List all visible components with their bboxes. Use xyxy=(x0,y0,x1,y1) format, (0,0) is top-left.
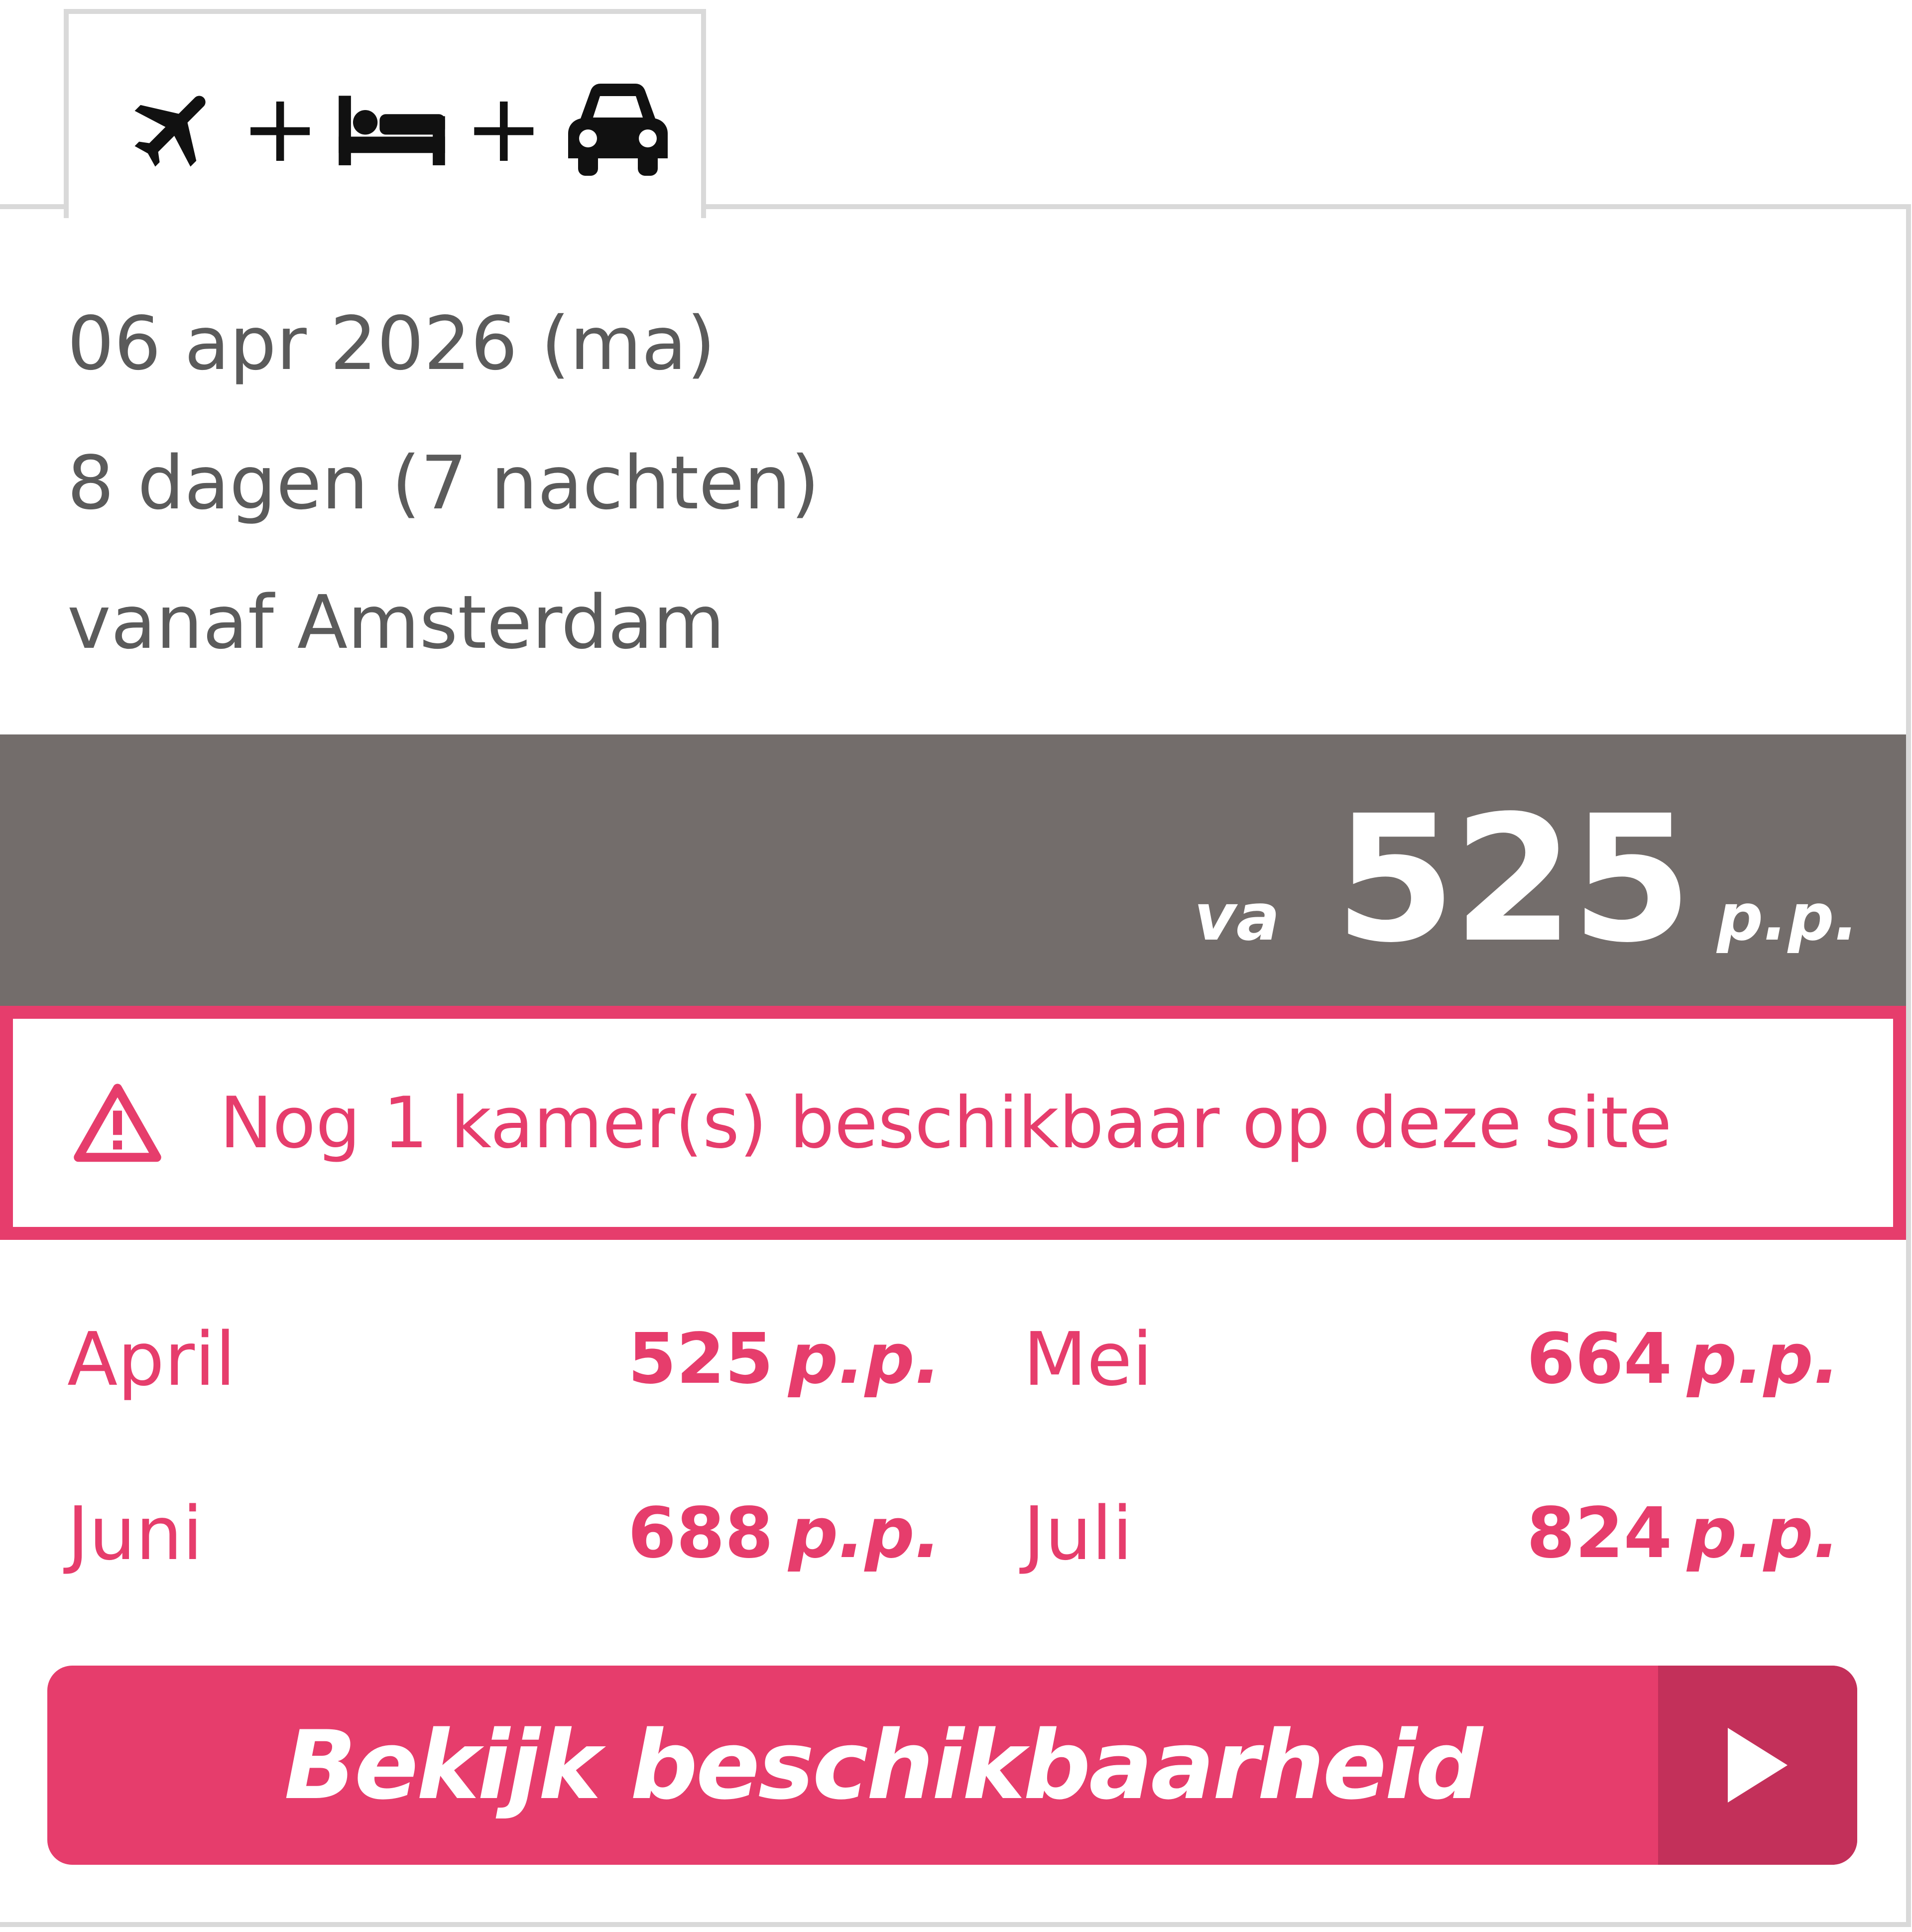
price-suffix: p.p. xyxy=(1717,879,1859,955)
check-availability-label: Bekijk beschikbaarheid xyxy=(284,1710,1483,1820)
plus-sign: + xyxy=(240,73,320,183)
month-link-juli[interactable]: Juli xyxy=(1023,1484,1133,1583)
month-price-mei[interactable]: 664 p.p. xyxy=(1527,1310,1840,1409)
month-link-mei[interactable]: Mei xyxy=(1023,1310,1153,1409)
departure-airport: vanaf Amsterdam xyxy=(67,580,725,665)
price-display: va 525 p.p. xyxy=(1194,778,1859,981)
car-icon xyxy=(558,79,678,178)
tab-flight-hotel-car[interactable]: + + xyxy=(64,9,706,218)
trip-info: 06 apr 2026 (ma) 8 dagen (7 nachten) van… xyxy=(67,274,820,692)
month-row: April 525 p.p. Mei 664 p.p. xyxy=(67,1310,1840,1484)
tab-icons: + + xyxy=(126,74,678,183)
check-availability-button[interactable]: Bekijk beschikbaarheid xyxy=(47,1666,1857,1865)
month-price-value: 525 xyxy=(627,1319,774,1400)
availability-alert: Nog 1 kamer(s) beschikbaar op deze site xyxy=(0,1006,1906,1240)
month-link-juni[interactable]: Juni xyxy=(67,1484,203,1583)
month-price-juli[interactable]: 824 p.p. xyxy=(1527,1484,1840,1583)
bed-icon xyxy=(335,79,449,178)
availability-message: Nog 1 kamer(s) beschikbaar op deze site xyxy=(220,1082,1672,1164)
month-price-suffix: p.p. xyxy=(788,1319,941,1400)
price-amount: 525 xyxy=(1334,778,1693,981)
month-row: Juni 688 p.p. Juli 824 p.p. xyxy=(67,1484,1840,1658)
price-band: va 525 p.p. xyxy=(0,734,1906,1006)
trip-duration: 8 dagen (7 nachten) xyxy=(67,440,820,526)
price-prefix: va xyxy=(1194,879,1280,955)
plus-sign: + xyxy=(464,73,544,183)
month-price-juni[interactable]: 688 p.p. xyxy=(628,1484,941,1583)
plane-icon xyxy=(126,79,226,178)
departure-date: 06 apr 2026 (ma) xyxy=(67,301,716,386)
offer-card: 06 apr 2026 (ma) 8 dagen (7 nachten) van… xyxy=(0,204,1911,1927)
month-price-suffix: p.p. xyxy=(1687,1493,1840,1574)
warning-icon xyxy=(73,1080,162,1166)
month-price-value: 688 xyxy=(627,1493,774,1574)
month-price-suffix: p.p. xyxy=(1687,1319,1840,1400)
month-price-april[interactable]: 525 p.p. xyxy=(628,1310,941,1409)
month-price-value: 664 xyxy=(1526,1319,1673,1400)
month-price-suffix: p.p. xyxy=(788,1493,941,1574)
play-arrow-icon xyxy=(1658,1666,1857,1865)
month-price-value: 824 xyxy=(1526,1493,1673,1574)
month-link-april[interactable]: April xyxy=(67,1310,236,1409)
monthly-prices: April 525 p.p. Mei 664 p.p. Juni 688 p.p. J… xyxy=(67,1310,1840,1658)
